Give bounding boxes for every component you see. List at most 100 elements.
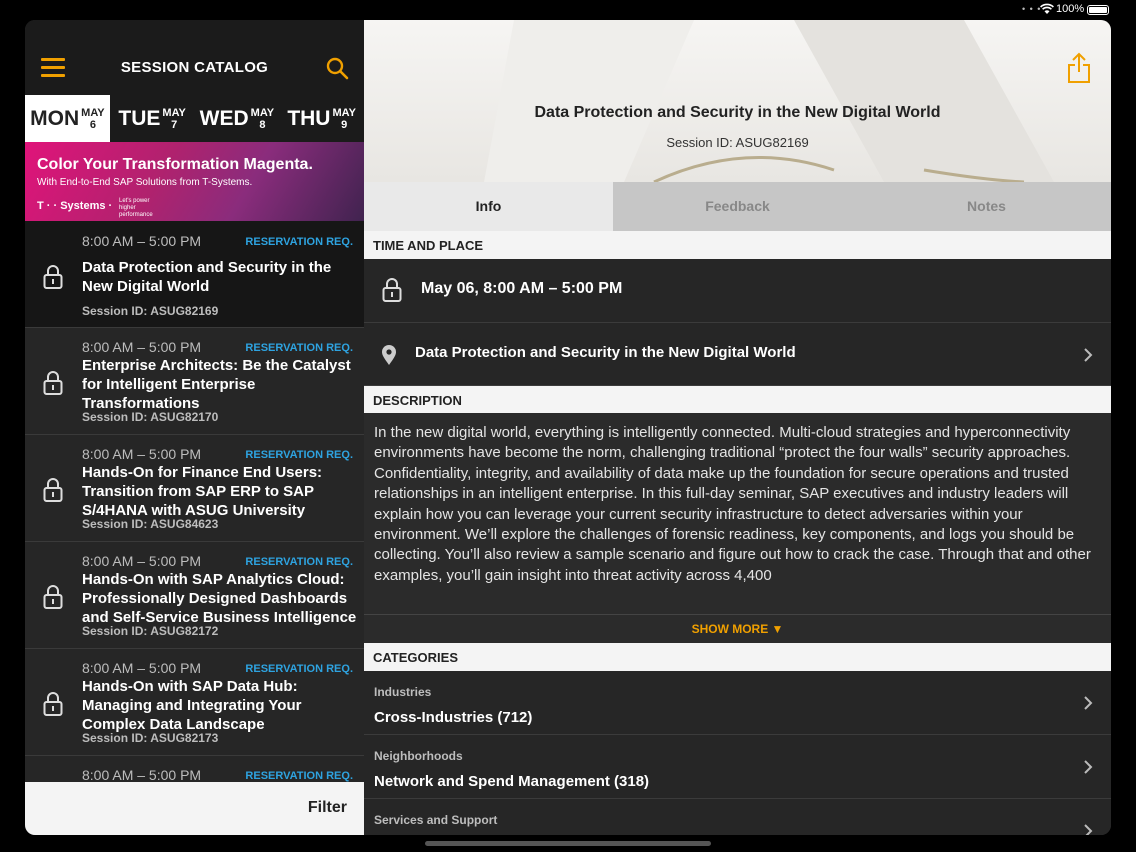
day-tab-wed[interactable]: WED MAY 8 — [195, 95, 280, 142]
search-icon[interactable] — [325, 56, 349, 80]
detail-hero: Data Protection and Security in the New … — [364, 20, 1111, 182]
day-date: MAY 7 — [162, 107, 185, 131]
sponsor-banner[interactable]: Color Your Transformation Magenta. With … — [25, 142, 364, 221]
lock-icon — [43, 371, 63, 395]
session-list-panel: SESSION CATALOG MON MAY 6 TUE MAY 7 WED MA… — [25, 20, 364, 835]
filter-button[interactable]: Filter — [308, 799, 347, 817]
session-item[interactable]: 8:00 AM – 5:00 PM RESERVATION REQ. Data … — [25, 221, 364, 328]
session-item[interactable]: 8:00 AM – 5:00 PM RESERVATION REQ. Enter… — [25, 328, 364, 435]
day-name: WED — [199, 106, 249, 130]
chevron-right-icon — [1084, 696, 1093, 710]
reservation-badge: RESERVATION REQ. — [245, 449, 353, 461]
description-text: In the new digital world, everything is … — [364, 413, 1111, 615]
catalog-title: SESSION CATALOG — [120, 59, 269, 76]
day-date: MAY 6 — [81, 107, 104, 131]
session-item[interactable]: 8:00 AM – 5:00 PM RESERVATION REQ. Hands… — [25, 649, 364, 756]
day-number: 7 — [171, 118, 178, 131]
banner-subline: With End-to-End SAP Solutions from T-Sys… — [37, 177, 253, 188]
session-time: 8:00 AM – 5:00 PM — [82, 233, 202, 249]
day-number: 9 — [341, 118, 348, 131]
category-label: Services and Support — [374, 813, 498, 827]
banner-brand: T · · Systems · — [37, 200, 113, 212]
lock-icon — [43, 585, 63, 609]
lock-icon — [43, 265, 63, 289]
detail-session-id: Session ID: ASUG82169 — [666, 135, 809, 150]
app-window: SESSION CATALOG MON MAY 6 TUE MAY 7 WED MA… — [25, 20, 1111, 835]
location-pin-icon — [382, 345, 396, 365]
category-row[interactable]: Industries Cross-Industries (712) — [364, 671, 1111, 735]
session-time: 8:00 AM – 5:00 PM — [82, 446, 202, 462]
day-date: MAY 8 — [251, 107, 274, 131]
session-location: Data Protection and Security in the New … — [415, 344, 796, 361]
day-month: MAY — [162, 106, 186, 119]
lock-icon — [382, 278, 402, 302]
session-id: Session ID: ASUG82170 — [82, 410, 219, 424]
tab-info[interactable]: Info — [364, 182, 613, 231]
session-title: Hands-On with SAP Data Hub: Managing and… — [82, 678, 302, 733]
day-month: MAY — [81, 106, 105, 119]
detail-title: Data Protection and Security in the New … — [534, 104, 941, 121]
session-item[interactable]: 8:00 AM – 5:00 PM RESERVATION REQ. Hands… — [25, 435, 364, 542]
datetime-row: May 06, 8:00 AM – 5:00 PM — [364, 259, 1111, 323]
day-tab-mon[interactable]: MON MAY 6 — [25, 95, 110, 142]
session-title: Enterprise Architects: Be the Catalyst f… — [82, 357, 351, 412]
time-place-header: TIME AND PLACE — [364, 231, 1111, 259]
reservation-badge: RESERVATION REQ. — [245, 770, 353, 782]
day-month: MAY — [250, 106, 275, 119]
session-title: Hands-On for Finance End Users: Transiti… — [82, 464, 323, 519]
session-time: 8:00 AM – 5:00 PM — [82, 553, 202, 569]
day-tab-tue[interactable]: TUE MAY 7 — [110, 95, 195, 142]
category-label: Neighborhoods — [374, 749, 463, 763]
day-name: THU — [287, 106, 331, 130]
categories-header: CATEGORIES — [364, 643, 1111, 671]
session-time: 8:00 AM – 5:00 PM — [82, 339, 202, 355]
banner-tagline: Let's power higher performance — [119, 198, 153, 218]
hero-background-image — [484, 20, 1054, 182]
battery-percent: 100% — [1056, 3, 1085, 15]
detail-tabs: Info Feedback Notes — [364, 182, 1111, 231]
category-label: Industries — [374, 685, 432, 699]
session-datetime: May 06, 8:00 AM – 5:00 PM — [421, 280, 623, 297]
home-indicator[interactable] — [425, 841, 711, 846]
lock-icon — [43, 692, 63, 716]
category-row[interactable]: Services and Support — [364, 799, 1111, 835]
tab-feedback[interactable]: Feedback — [613, 182, 862, 231]
day-month: MAY — [332, 106, 356, 119]
day-number: 8 — [259, 118, 266, 131]
share-icon[interactable] — [1067, 52, 1091, 84]
show-more-button[interactable]: SHOW MORE ▼ — [364, 615, 1111, 643]
day-tab-thu[interactable]: THU MAY 9 — [279, 95, 364, 142]
category-row[interactable]: Neighborhoods Network and Spend Manageme… — [364, 735, 1111, 799]
catalog-header: SESSION CATALOG — [25, 20, 364, 95]
day-date: MAY 9 — [332, 107, 355, 131]
session-id: Session ID: ASUG82169 — [82, 304, 219, 318]
location-row[interactable]: Data Protection and Security in the New … — [364, 323, 1111, 386]
reservation-badge: RESERVATION REQ. — [245, 556, 353, 568]
chevron-right-icon — [1084, 760, 1093, 774]
tab-notes[interactable]: Notes — [862, 182, 1111, 231]
session-time: 8:00 AM – 5:00 PM — [82, 660, 202, 676]
category-value: Network and Spend Management (318) — [374, 773, 650, 790]
day-name: MON — [30, 106, 80, 130]
session-title: Hands-On with SAP Analytics Cloud: Profe… — [82, 571, 357, 626]
reservation-badge: RESERVATION REQ. — [245, 342, 353, 354]
wifi-icon — [1040, 3, 1054, 14]
filter-bar: Filter — [25, 782, 364, 835]
reservation-badge: RESERVATION REQ. — [245, 236, 353, 248]
day-selector: MON MAY 6 TUE MAY 7 WED MAY 8 THU MAY 9 — [25, 95, 364, 142]
day-number: 6 — [89, 118, 96, 131]
status-bar: • • • 100% — [0, 0, 1136, 20]
category-value: Cross-Industries (712) — [374, 709, 533, 726]
day-name: TUE — [118, 106, 161, 130]
lock-icon — [43, 478, 63, 502]
banner-headline: Color Your Transformation Magenta. — [37, 156, 313, 173]
chevron-right-icon — [1084, 824, 1093, 835]
session-item[interactable]: 8:00 AM – 5:00 PM RESERVATION REQ. Hands… — [25, 542, 364, 649]
multitask-dots: • • • — [1022, 4, 1042, 14]
description-header: DESCRIPTION — [364, 386, 1111, 414]
battery-icon — [1087, 5, 1109, 15]
chevron-right-icon — [1084, 348, 1093, 362]
session-title: Data Protection and Security in the New … — [82, 259, 332, 295]
session-id: Session ID: ASUG82172 — [82, 624, 219, 638]
reservation-badge: RESERVATION REQ. — [245, 663, 353, 675]
